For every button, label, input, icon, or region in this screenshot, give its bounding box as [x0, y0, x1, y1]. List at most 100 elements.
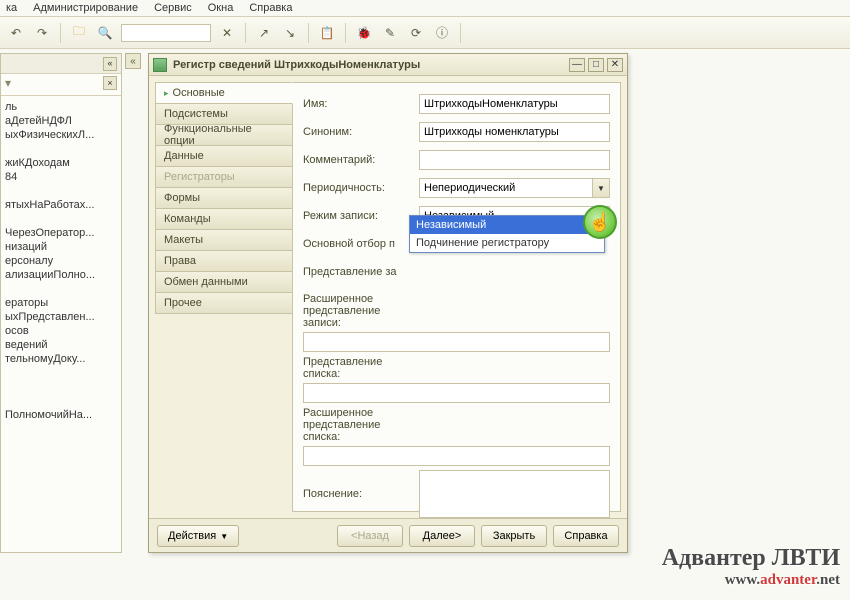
tab-subsystems[interactable]: Подсистемы — [155, 103, 293, 125]
maximize-button[interactable]: □ — [588, 58, 604, 72]
close-button[interactable]: ✕ — [607, 58, 623, 72]
tree-item[interactable]: аДетейНДФЛ — [3, 114, 119, 128]
label-recview: Представление за — [303, 266, 397, 278]
synonym-field[interactable] — [419, 122, 610, 142]
tree-item[interactable] — [3, 394, 119, 408]
dialog-titlebar[interactable]: Регистр сведений ШтрихкодыНоменклатуры —… — [149, 54, 627, 76]
dropdown-option[interactable]: Подчинение регистратору — [410, 234, 604, 252]
info-icon[interactable]: ⓘ — [432, 23, 452, 43]
panel-hide-button[interactable]: « — [103, 57, 117, 71]
label-writemode: Режим записи: — [303, 210, 419, 222]
separator — [460, 23, 461, 43]
tab-templates[interactable]: Макеты — [155, 229, 293, 251]
forward-icon[interactable]: ↷ — [32, 23, 52, 43]
search-input[interactable] — [121, 24, 211, 42]
label-periodicity: Периодичность: — [303, 182, 419, 194]
tree-item[interactable]: ализацииПолно... — [3, 268, 119, 282]
tree-item[interactable]: ыхФизическихЛ... — [3, 128, 119, 142]
label-name: Имя: — [303, 98, 419, 110]
tab-other[interactable]: Прочее — [155, 292, 293, 314]
label-synonym: Синоним: — [303, 126, 419, 138]
tree-item[interactable]: ПолномочийНа... — [3, 408, 119, 422]
watermark-line2: www.advanter.net — [662, 572, 840, 589]
menu-item[interactable]: Сервис — [154, 2, 192, 14]
sort-asc-icon[interactable]: ↗ — [254, 23, 274, 43]
comment-field[interactable] — [419, 150, 610, 170]
watermark-line1: Адвантер ЛВТИ — [662, 545, 840, 572]
tree-item[interactable]: тельномуДоку... — [3, 352, 119, 366]
menu-item[interactable]: Окна — [208, 2, 234, 14]
tab-main[interactable]: Основные — [155, 82, 293, 104]
back-icon[interactable]: ↶ — [6, 23, 26, 43]
tree-item[interactable]: 84 — [3, 170, 119, 184]
tab-rights[interactable]: Права — [155, 250, 293, 272]
clear-icon[interactable]: ✕ — [217, 23, 237, 43]
recviewext-field[interactable] — [303, 332, 610, 352]
back-button[interactable]: <Назад — [337, 525, 403, 547]
tree-item[interactable]: ведений — [3, 338, 119, 352]
panel-close-button[interactable]: × — [103, 76, 117, 90]
tree-item[interactable] — [3, 212, 119, 226]
panel-collapse-button[interactable]: « — [125, 53, 141, 69]
tree-item[interactable] — [3, 380, 119, 394]
label-recviewext: Расширенное представление записи: — [303, 293, 419, 329]
tab-commands[interactable]: Команды — [155, 208, 293, 230]
sort-desc-icon[interactable]: ↘ — [280, 23, 300, 43]
syntax-icon[interactable]: ✎ — [380, 23, 400, 43]
cursor-hand-icon: ☝ — [583, 205, 617, 239]
tab-data[interactable]: Данные — [155, 145, 293, 167]
tooltip-field[interactable] — [419, 470, 610, 518]
folder-icon[interactable]: 🗀 — [69, 23, 89, 43]
tree-item[interactable]: низаций — [3, 240, 119, 254]
label-tooltip: Пояснение: — [303, 488, 419, 500]
refresh-icon[interactable]: ⟳ — [406, 23, 426, 43]
debug-icon[interactable]: 🐞 — [354, 23, 374, 43]
tree-item[interactable]: ыхПредставлен... — [3, 310, 119, 324]
listview-field[interactable] — [303, 383, 610, 403]
dialog-title: Регистр сведений ШтрихкодыНоменклатуры — [173, 59, 563, 71]
tree-item[interactable]: осов — [3, 324, 119, 338]
dialog-footer: Действия▼ <Назад Далее> Закрыть Справка — [149, 518, 627, 552]
register-icon — [153, 58, 167, 72]
tree-item[interactable] — [3, 142, 119, 156]
tree-item[interactable]: жиКДоходам — [3, 156, 119, 170]
toolbar: ↶ ↷ 🗀 🔍 ✕ ↗ ↘ 📋 🐞 ✎ ⟳ ⓘ — [0, 17, 850, 49]
separator — [345, 23, 346, 43]
tree-item[interactable]: ЧерезОператор... — [3, 226, 119, 240]
menu-item[interactable]: ка — [6, 2, 17, 14]
periodicity-combo[interactable] — [419, 178, 592, 198]
name-field[interactable] — [419, 94, 610, 114]
menu-item[interactable]: Администрирование — [33, 2, 138, 14]
search-icon[interactable]: 🔍 — [95, 23, 115, 43]
tree-item[interactable] — [3, 184, 119, 198]
clipboard-icon[interactable]: 📋 — [317, 23, 337, 43]
listviewext-field[interactable] — [303, 446, 610, 466]
dropdown-option[interactable]: Независимый — [410, 216, 604, 234]
close-dialog-button[interactable]: Закрыть — [481, 525, 547, 547]
tab-registrars[interactable]: Регистраторы — [155, 166, 293, 188]
tree-item[interactable]: ятыхНаРаботах... — [3, 198, 119, 212]
tab-exchange[interactable]: Обмен данными — [155, 271, 293, 293]
chevron-down-icon[interactable]: ▼ — [592, 178, 610, 198]
writemode-dropdown[interactable]: Независимый Подчинение регистратору — [409, 215, 605, 253]
help-button[interactable]: Справка — [553, 525, 619, 547]
tab-forms[interactable]: Формы — [155, 187, 293, 209]
tree-item[interactable]: ераторы — [3, 296, 119, 310]
label-comment: Комментарий: — [303, 154, 419, 166]
form-area: Имя: Синоним: Комментарий: Периодичность… — [292, 82, 621, 512]
menu-item[interactable]: Справка — [249, 2, 292, 14]
tab-funcopts[interactable]: Функциональные опции — [155, 124, 293, 146]
filter-icon[interactable]: ▾ — [5, 76, 11, 90]
main-menu: ка Администрирование Сервис Окна Справка — [0, 0, 850, 17]
minimize-button[interactable]: — — [569, 58, 585, 72]
object-tree[interactable]: ль аДетейНДФЛ ыхФизическихЛ... жиКДохода… — [1, 96, 121, 426]
tree-item[interactable]: ль — [3, 100, 119, 114]
label-listviewext: Расширенное представление списка: — [303, 407, 419, 443]
next-button[interactable]: Далее> — [409, 525, 475, 547]
separator — [245, 23, 246, 43]
tree-item[interactable]: ерсоналу — [3, 254, 119, 268]
tree-item[interactable] — [3, 282, 119, 296]
actions-button[interactable]: Действия▼ — [157, 525, 239, 547]
label-mainselect: Основной отбор п — [303, 238, 395, 250]
tree-item[interactable] — [3, 366, 119, 380]
